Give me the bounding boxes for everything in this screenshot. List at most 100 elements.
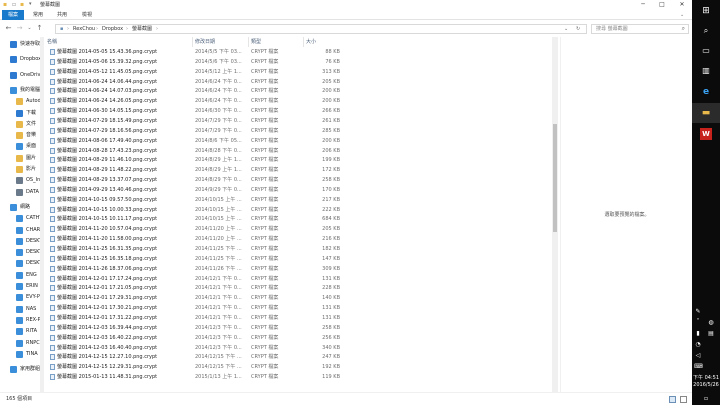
nav-item[interactable]: ENG — [0, 270, 40, 281]
file-row[interactable]: 螢幕截圖 2014-08-06 17.49.40.png.crypt 2014/8… — [44, 137, 344, 146]
mic-icon[interactable]: ◍ — [707, 319, 715, 327]
column-header-size[interactable]: 大小 — [306, 37, 316, 47]
nav-item[interactable]: 桌面 — [0, 141, 40, 152]
expand-ribbon-icon[interactable]: ⌄ — [680, 10, 684, 20]
wps-office-icon[interactable]: W — [692, 124, 720, 144]
nav-item[interactable]: 文件 — [0, 119, 40, 130]
file-row[interactable]: 螢幕截圖 2014-11-20 10.57.04.png.crypt 2014/1… — [44, 225, 344, 234]
search-input[interactable]: 搜尋 螢幕截圖 ⌕ — [591, 24, 689, 34]
nav-item[interactable]: Dropbox — [0, 54, 40, 65]
keyboard-icon[interactable]: ⌨ — [694, 363, 703, 371]
nav-item[interactable]: 網路 — [0, 202, 40, 213]
address-bar[interactable]: ▪ › RexChou › Dropbox › 螢幕截圖 › ⌄ ↻ — [55, 24, 587, 34]
new-folder-icon[interactable]: ▪ — [20, 1, 24, 8]
minimize-button[interactable]: ─ — [636, 0, 650, 10]
nav-item[interactable]: OS_Install — [0, 175, 40, 186]
details-view-icon[interactable] — [669, 396, 676, 403]
action-center-icon[interactable]: ▤ — [707, 330, 715, 338]
nav-item[interactable]: 影片 — [0, 164, 40, 175]
refresh-icon[interactable]: ↻ — [576, 25, 580, 33]
maximize-button[interactable]: □ — [655, 0, 669, 10]
recent-locations-button[interactable]: ⌄ — [25, 24, 34, 33]
file-row[interactable]: 螢幕截圖 2014-05-05 15.43.36.png.crypt 2014/5… — [44, 48, 344, 57]
file-row[interactable]: 螢幕截圖 2014-11-25 16.35.18.png.crypt 2014/1… — [44, 255, 344, 264]
back-button[interactable]: ← — [4, 24, 13, 33]
file-row[interactable]: 螢幕截圖 2014-06-24 14.06.44.png.crypt 2014/6… — [44, 78, 344, 87]
nav-item[interactable]: DESKTOP-2 — [0, 247, 40, 258]
tab-view[interactable]: 檢視 — [82, 10, 92, 20]
task-view-icon[interactable]: ▭ — [692, 41, 720, 61]
file-row[interactable]: 螢幕截圖 2014-12-01 17.17.24.png.crypt 2014/1… — [44, 275, 344, 284]
up-button[interactable]: ↑ — [35, 24, 44, 33]
file-row[interactable]: 螢幕截圖 2014-07-29 18.16.56.png.crypt 2014/7… — [44, 127, 344, 136]
file-row[interactable]: 螢幕截圖 2014-10-15 09.57.50.png.crypt 2014/1… — [44, 196, 344, 205]
battery-icon[interactable]: ▮ — [694, 330, 702, 338]
forward-button[interactable]: → — [15, 24, 24, 33]
file-row[interactable]: 螢幕截圖 2014-10-15 10.11.17.png.crypt 2014/1… — [44, 215, 344, 224]
nav-item[interactable]: 我的電腦 — [0, 85, 40, 96]
column-header-name[interactable]: 名稱 — [47, 37, 57, 47]
file-row[interactable]: 螢幕截圖 2014-06-30 14.05.15.png.crypt 2014/6… — [44, 107, 344, 116]
file-row[interactable]: 螢幕截圖 2014-09-29 13.40.46.png.crypt 2014/9… — [44, 186, 344, 195]
close-button[interactable]: ✕ — [675, 0, 689, 10]
file-row[interactable]: 螢幕截圖 2014-11-26 18.37.06.png.crypt 2014/1… — [44, 265, 344, 274]
file-row[interactable]: 螢幕截圖 2014-08-28 17.43.23.png.crypt 2014/8… — [44, 147, 344, 156]
notifications-icon[interactable]: ▫ — [702, 395, 710, 403]
nav-item[interactable]: 下載 — [0, 108, 40, 119]
tablet-icon[interactable]: ▥ — [692, 61, 720, 81]
nav-item[interactable]: 音樂 — [0, 130, 40, 141]
pen-icon[interactable]: ✎ — [694, 308, 702, 316]
tab-home[interactable]: 常用 — [33, 10, 43, 20]
breadcrumb-rexchou[interactable]: RexChou — [73, 25, 95, 33]
file-row[interactable]: 螢幕截圖 2014-08-29 11.46.10.png.crypt 2014/8… — [44, 156, 344, 165]
nav-item[interactable]: 家用群組 — [0, 364, 40, 375]
file-row[interactable]: 螢幕截圖 2014-12-01 17.30.21.png.crypt 2014/1… — [44, 304, 344, 313]
nav-item[interactable]: DESKTOP-1 — [0, 236, 40, 247]
file-row[interactable]: 螢幕截圖 2014-12-03 16.40.40.png.crypt 2014/1… — [44, 344, 344, 353]
nav-item[interactable]: CHARLES — [0, 225, 40, 236]
file-row[interactable]: 螢幕截圖 2014-12-15 12.27.10.png.crypt 2014/1… — [44, 353, 344, 362]
properties-icon[interactable]: ▫ — [12, 1, 16, 8]
file-row[interactable]: 螢幕截圖 2014-10-15 10.00.33.png.crypt 2014/1… — [44, 206, 344, 215]
edge-browser-icon[interactable]: e — [692, 82, 720, 102]
nav-item[interactable]: ERIN — [0, 281, 40, 292]
search-icon[interactable]: ⌕ — [692, 21, 720, 41]
nav-item[interactable]: RITA — [0, 326, 40, 337]
file-row[interactable]: 螢幕截圖 2014-08-29 13.37.07.png.crypt 2014/8… — [44, 176, 344, 185]
file-row[interactable]: 螢幕截圖 2014-06-24 14.07.03.png.crypt 2014/6… — [44, 87, 344, 96]
file-row[interactable]: 螢幕截圖 2014-12-03 16.40.22.png.crypt 2014/1… — [44, 334, 344, 343]
file-row[interactable]: 螢幕截圖 2014-11-25 16.31.35.png.crypt 2014/1… — [44, 245, 344, 254]
customize-toolbar-icon[interactable]: ▾ — [29, 1, 32, 8]
volume-icon[interactable]: ◁ — [694, 352, 702, 360]
nav-item[interactable]: CATHY-PC — [0, 213, 40, 224]
file-row[interactable]: 螢幕截圖 2014-12-01 17.29.31.png.crypt 2014/1… — [44, 294, 344, 303]
nav-item[interactable]: RNPC — [0, 338, 40, 349]
file-row[interactable]: 螢幕截圖 2014-11-20 11.58.00.png.crypt 2014/1… — [44, 235, 344, 244]
tab-share[interactable]: 共用 — [57, 10, 67, 20]
file-row[interactable]: 螢幕截圖 2015-01-13 11.48.31.png.crypt 2015/1… — [44, 373, 344, 382]
windows-start-icon[interactable]: ⊞ — [692, 1, 720, 21]
nav-item[interactable]: EVY-PC — [0, 292, 40, 303]
file-row[interactable]: 螢幕截圖 2014-05-12 11.45.05.png.crypt 2014/5… — [44, 68, 344, 77]
breadcrumb-current[interactable]: 螢幕截圖 — [132, 25, 152, 33]
breadcrumb-dropbox[interactable]: Dropbox — [102, 25, 123, 33]
nav-item[interactable]: DATA — [0, 187, 40, 198]
tab-file[interactable]: 檔案 — [2, 10, 24, 20]
file-list-scrollbar[interactable] — [552, 37, 558, 392]
nav-item[interactable]: OneDrive — [0, 70, 40, 81]
show-hidden-icons-icon[interactable]: ˄ — [694, 318, 702, 326]
file-row[interactable]: 螢幕截圖 2014-12-15 12.29.31.png.crypt 2014/1… — [44, 363, 344, 372]
nav-item[interactable]: Autodesk — [0, 96, 40, 107]
nav-item[interactable]: NAS — [0, 304, 40, 315]
nav-item[interactable]: 圖片 — [0, 153, 40, 164]
nav-item[interactable]: REX-PC — [0, 315, 40, 326]
nav-item[interactable]: 快速存取 — [0, 39, 40, 50]
network-icon[interactable]: ◔ — [694, 341, 702, 349]
file-row[interactable]: 螢幕截圖 2014-08-29 11.48.22.png.crypt 2014/8… — [44, 166, 344, 175]
file-row[interactable]: 螢幕截圖 2014-05-06 15.39.32.png.crypt 2014/5… — [44, 58, 344, 67]
column-header-date[interactable]: 修改日期 — [195, 37, 215, 47]
address-dropdown-icon[interactable]: ⌄ — [564, 25, 568, 33]
file-explorer-icon[interactable]: ▬ — [692, 103, 720, 123]
scrollbar-thumb[interactable] — [553, 124, 557, 232]
file-row[interactable]: 螢幕截圖 2014-12-03 16.39.44.png.crypt 2014/1… — [44, 324, 344, 333]
